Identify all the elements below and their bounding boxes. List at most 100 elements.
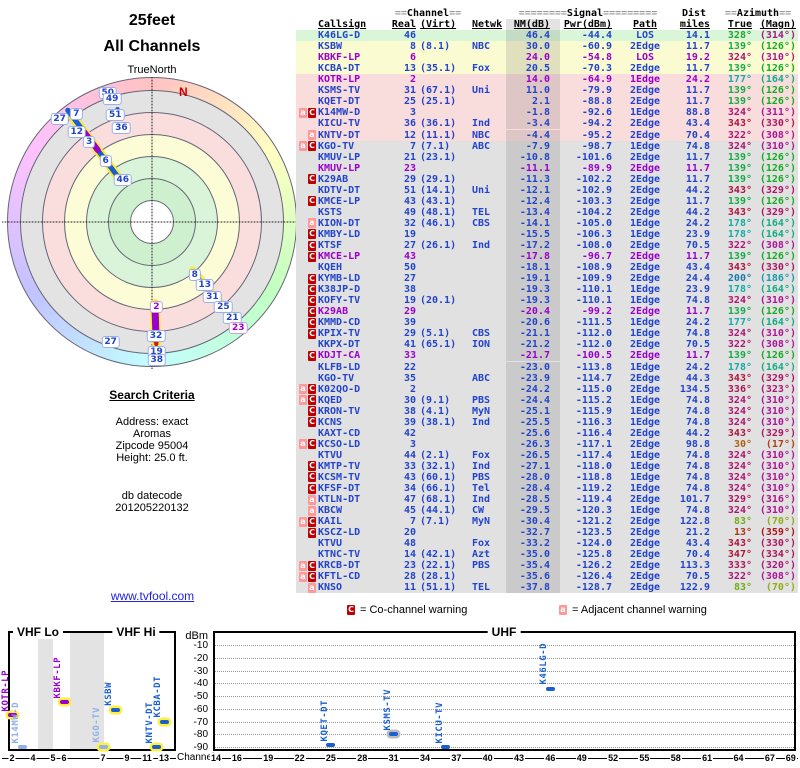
callsign-link[interactable]: KSTS [318, 207, 390, 218]
real-channel-cell: 43 [403, 471, 416, 483]
callsign-link[interactable]: KGO-TV [318, 141, 390, 152]
callsign-link[interactable]: KFTL-CD [318, 571, 390, 582]
callsign-link[interactable]: KMBY-LD [318, 229, 390, 240]
callsign-link[interactable]: KDJT-CA [318, 350, 390, 361]
callsign-link[interactable]: KKPX-DT [318, 339, 390, 350]
callsign-link[interactable]: KMCE-LP [318, 196, 390, 207]
col-header-real: Real [390, 19, 416, 30]
nm-db-cell: -23.0 [506, 361, 560, 373]
power-dbm-cell: -116.4 [575, 427, 612, 439]
power-dbm-cell: -116.3 [575, 416, 612, 428]
path-cell: 2Edge [629, 494, 661, 506]
callsign-link[interactable]: KMUV-LP [318, 152, 390, 163]
callsign-link[interactable]: KMCE-LP [318, 251, 390, 262]
distance-cell: 11.7 [685, 173, 710, 185]
path-cell: 2Edge [629, 306, 661, 318]
table-row: KQET-DT 25 (25.1) 2.1 -88.8 2Edge 11.7 139° (126… [296, 96, 798, 108]
network-cell: ION [472, 339, 491, 351]
table-row: C KYMB-LD 27 -19.1 -109.9 2Edge 24.4 200° (186°) [296, 273, 798, 285]
callsign-link[interactable]: KFSF-DT [318, 483, 390, 494]
callsign-link[interactable]: KLFB-LD [318, 362, 390, 373]
callsign-link[interactable]: KCBA-DT [318, 63, 390, 74]
callsign-link[interactable]: KOTR-LP [318, 74, 390, 85]
callsign-link[interactable]: KAXT-CD [318, 428, 390, 439]
callsign-link[interactable]: KBKF-LP [318, 52, 390, 63]
magnetic-azimuth-cell: (126°) [759, 173, 796, 185]
magnetic-azimuth-cell: (308°) [759, 240, 796, 251]
warning-cell: aC [296, 571, 318, 582]
callsign-link[interactable]: KCNS [318, 417, 390, 428]
radar-channel-label: 51 [105, 109, 125, 122]
col-header-virt: (Virt) [416, 19, 466, 30]
true-azimuth-cell: 324° [727, 471, 752, 483]
callsign-link[interactable]: KICU-TV [318, 118, 390, 129]
callsign-link[interactable]: K02QO-D [318, 384, 390, 395]
callsign-link[interactable]: KRON-TV [318, 406, 390, 417]
table-row: C KMTP-TV 33 (32.1) Ind -27.1 -118.0 1Edge 74.8 3… [296, 460, 798, 472]
callsign-link[interactable]: KTSF [318, 240, 390, 251]
callsign-link[interactable]: K29AB [318, 174, 390, 185]
callsign-link[interactable]: K14MW-D [318, 107, 390, 118]
dbm-gridline [215, 657, 794, 659]
real-channel-cell: 27 [403, 273, 416, 285]
callsign-link[interactable]: KTNC-TV [318, 549, 390, 560]
callsign-link[interactable]: KMMD-CD [318, 317, 390, 328]
network-cell: NBC [472, 41, 491, 53]
callsign-link[interactable]: KGO-TV [318, 373, 390, 384]
network-cell: Tel [472, 483, 491, 495]
nm-db-cell: -19.3 [506, 284, 560, 296]
magnetic-azimuth-cell: (308°) [759, 129, 796, 141]
callsign-link[interactable]: K46LG-D [318, 30, 390, 41]
callsign-link[interactable]: KDTV-DT [318, 185, 390, 196]
true-azimuth-cell: 347° [727, 549, 752, 561]
callsign-link[interactable]: KRCB-DT [318, 560, 390, 571]
callsign-link[interactable]: KSCZ-LD [318, 527, 390, 538]
magnetic-azimuth-cell: (320°) [759, 560, 796, 572]
criteria-city: Aromas [133, 428, 171, 440]
callsign-link[interactable]: KNSO [318, 582, 390, 593]
tvfool-link[interactable]: www.tvfool.com [111, 589, 194, 603]
callsign-link[interactable]: KTVU [318, 538, 390, 549]
magnetic-azimuth-cell: (126°) [759, 41, 796, 53]
callsign-link[interactable]: KBCW [318, 505, 390, 516]
virtual-channel-cell: (11.1) [420, 129, 457, 141]
distance-cell: 74.8 [685, 295, 710, 307]
callsign-link[interactable]: K29AB [318, 306, 390, 317]
callsign-link[interactable]: KPIX-TV [318, 328, 390, 339]
callsign-link[interactable]: KTLN-DT [318, 494, 390, 505]
callsign-link[interactable]: KSMS-TV [318, 85, 390, 96]
callsign-link[interactable]: KSBW [318, 41, 390, 52]
table-row: KTVU 44 (2.1) Fox -26.5 -117.4 1Edge 74.8 324° (3… [296, 449, 798, 461]
callsign-link[interactable]: KNTV-DT [318, 130, 390, 141]
callsign-link[interactable]: KMTP-TV [318, 461, 390, 472]
magnetic-azimuth-cell: (330°) [759, 262, 796, 274]
power-dbm-cell: -106.3 [575, 228, 612, 240]
callsign-link[interactable]: KYMB-LD [318, 273, 390, 284]
channel-tick-label: 34 [418, 753, 432, 763]
table-row: KICU-TV 36 (36.1) Ind -3.4 -94.2 2Edge 43.4 343°… [296, 118, 798, 130]
network-cell: CW [472, 505, 485, 517]
callsign-link[interactable]: KMUV-LP [318, 163, 390, 174]
callsign-link[interactable]: KAIL [318, 516, 390, 527]
network-cell: CBS [472, 217, 491, 229]
power-dbm-cell: -110.1 [575, 284, 612, 296]
callsign-link[interactable]: KQEH [318, 262, 390, 273]
virtual-channel-cell: (65.1) [420, 339, 457, 351]
magnetic-azimuth-cell: (310°) [759, 483, 796, 495]
distance-cell: 23.9 [685, 228, 710, 240]
channel-tick-label: 49 [575, 753, 588, 763]
callsign-link[interactable]: K38JP-D [318, 284, 390, 295]
callsign-link[interactable]: KCSM-TV [318, 472, 390, 483]
callsign-link[interactable]: KQED [318, 395, 390, 406]
channel-tick-label: 46 [544, 753, 557, 763]
callsign-link[interactable]: KOFY-TV [318, 295, 390, 306]
callsign-link[interactable]: KTVU [318, 450, 390, 461]
callsign-link[interactable]: KCSO-LD [318, 439, 390, 450]
co-channel-warning-icon: C [308, 350, 316, 361]
callsign-link[interactable]: KION-DT [318, 218, 390, 229]
magnetic-azimuth-cell: (330°) [759, 118, 796, 130]
magnetic-azimuth-cell: (164°) [759, 217, 796, 229]
dbm-tick-label: -70 [193, 716, 208, 728]
channel-tick-label: 4 [29, 753, 37, 763]
callsign-link[interactable]: KQET-DT [318, 96, 390, 107]
